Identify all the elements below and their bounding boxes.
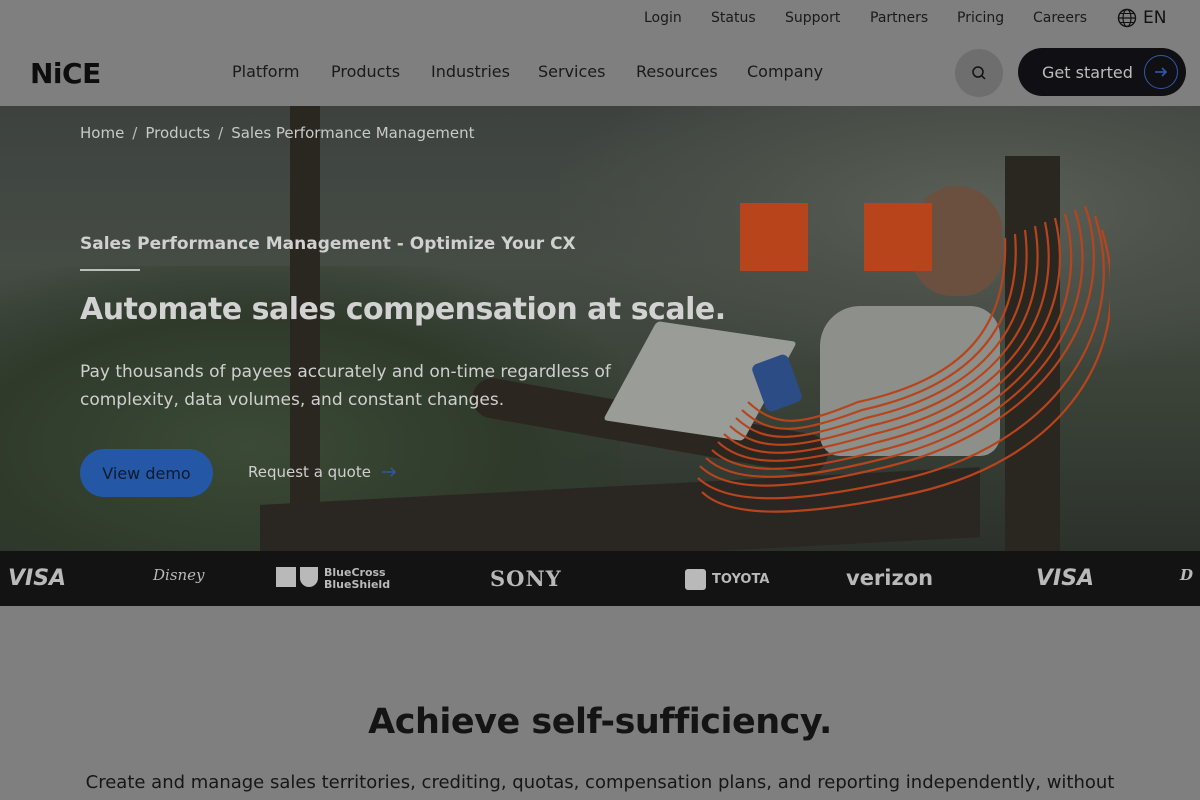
- brand-logo-disney: D: [1180, 566, 1194, 584]
- content-section: Achieve self-sufficiency. Create and man…: [0, 606, 1200, 800]
- breadcrumb-current: Sales Performance Management: [231, 124, 475, 142]
- request-quote-label: Request a quote: [248, 463, 371, 481]
- brand-logo-disney: Disney: [153, 566, 205, 584]
- nav-item-products[interactable]: Products: [331, 62, 400, 81]
- hero-section: Home / Products / Sales Performance Mana…: [0, 106, 1200, 551]
- shield-icon: [300, 567, 318, 587]
- toyota-label: TOYOTA: [712, 572, 770, 587]
- nice-logo[interactable]: NiCE: [30, 57, 101, 90]
- get-started-button[interactable]: Get started: [1018, 48, 1186, 96]
- brand-logo-bluecross: BlueCross BlueShield: [276, 567, 406, 591]
- breadcrumb-separator: /: [218, 124, 224, 142]
- request-quote-link[interactable]: Request a quote: [248, 463, 397, 481]
- breadcrumb-separator: /: [132, 124, 138, 142]
- nav-item-platform[interactable]: Platform: [232, 62, 299, 81]
- globe-icon: [1117, 8, 1137, 28]
- arrow-right-icon: [381, 467, 396, 477]
- brand-logo-sony: SONY: [490, 566, 562, 591]
- eyebrow-underline: [80, 269, 140, 271]
- breadcrumb: Home / Products / Sales Performance Mana…: [80, 124, 475, 142]
- main-navigation: NiCE Platform Products Industries Servic…: [0, 38, 1200, 106]
- utility-bar: Login Status Support Partners Pricing Ca…: [0, 0, 1200, 38]
- hero-headline: Automate sales compensation at scale.: [80, 292, 726, 327]
- breadcrumb-products[interactable]: Products: [145, 124, 210, 142]
- language-label: EN: [1143, 8, 1167, 28]
- customer-logo-strip: VISA Disney BlueCross BlueShield SONY TO…: [0, 551, 1200, 606]
- decorative-wave-pattern: [697, 205, 1110, 513]
- wooden-pole: [290, 106, 320, 551]
- hero-eyebrow: Sales Performance Management - Optimize …: [80, 234, 576, 254]
- arrow-right-icon: [1144, 55, 1178, 89]
- utility-link-partners[interactable]: Partners: [870, 10, 928, 26]
- toyota-emblem-icon: [685, 569, 706, 590]
- utility-link-login[interactable]: Login: [644, 10, 682, 26]
- search-button[interactable]: [955, 49, 1003, 97]
- brand-logo-verizon: verizon: [846, 566, 934, 590]
- nav-item-company[interactable]: Company: [747, 62, 823, 81]
- get-started-label: Get started: [1042, 62, 1133, 82]
- utility-link-support[interactable]: Support: [785, 10, 840, 26]
- language-selector[interactable]: EN: [1117, 8, 1166, 28]
- cross-icon: [276, 567, 296, 587]
- breadcrumb-home[interactable]: Home: [80, 124, 124, 142]
- nav-item-industries[interactable]: Industries: [431, 62, 510, 81]
- view-demo-button[interactable]: View demo: [80, 449, 213, 497]
- utility-link-careers[interactable]: Careers: [1033, 10, 1087, 26]
- bluecross-label: BlueCross BlueShield: [324, 566, 391, 591]
- nav-item-services[interactable]: Services: [538, 62, 605, 81]
- brand-logo-toyota: TOYOTA: [685, 569, 769, 590]
- section-body: Create and manage sales territories, cre…: [85, 772, 1115, 793]
- hero-subtext: Pay thousands of payees accurately and o…: [80, 362, 611, 410]
- brand-logo-visa: VISA: [1036, 566, 1095, 591]
- nav-item-resources[interactable]: Resources: [636, 62, 718, 81]
- utility-link-pricing[interactable]: Pricing: [957, 10, 1004, 26]
- section-title: Achieve self-sufficiency.: [368, 702, 832, 742]
- search-icon: [972, 66, 986, 80]
- utility-link-status[interactable]: Status: [711, 10, 756, 26]
- brand-logo-visa: VISA: [8, 566, 67, 591]
